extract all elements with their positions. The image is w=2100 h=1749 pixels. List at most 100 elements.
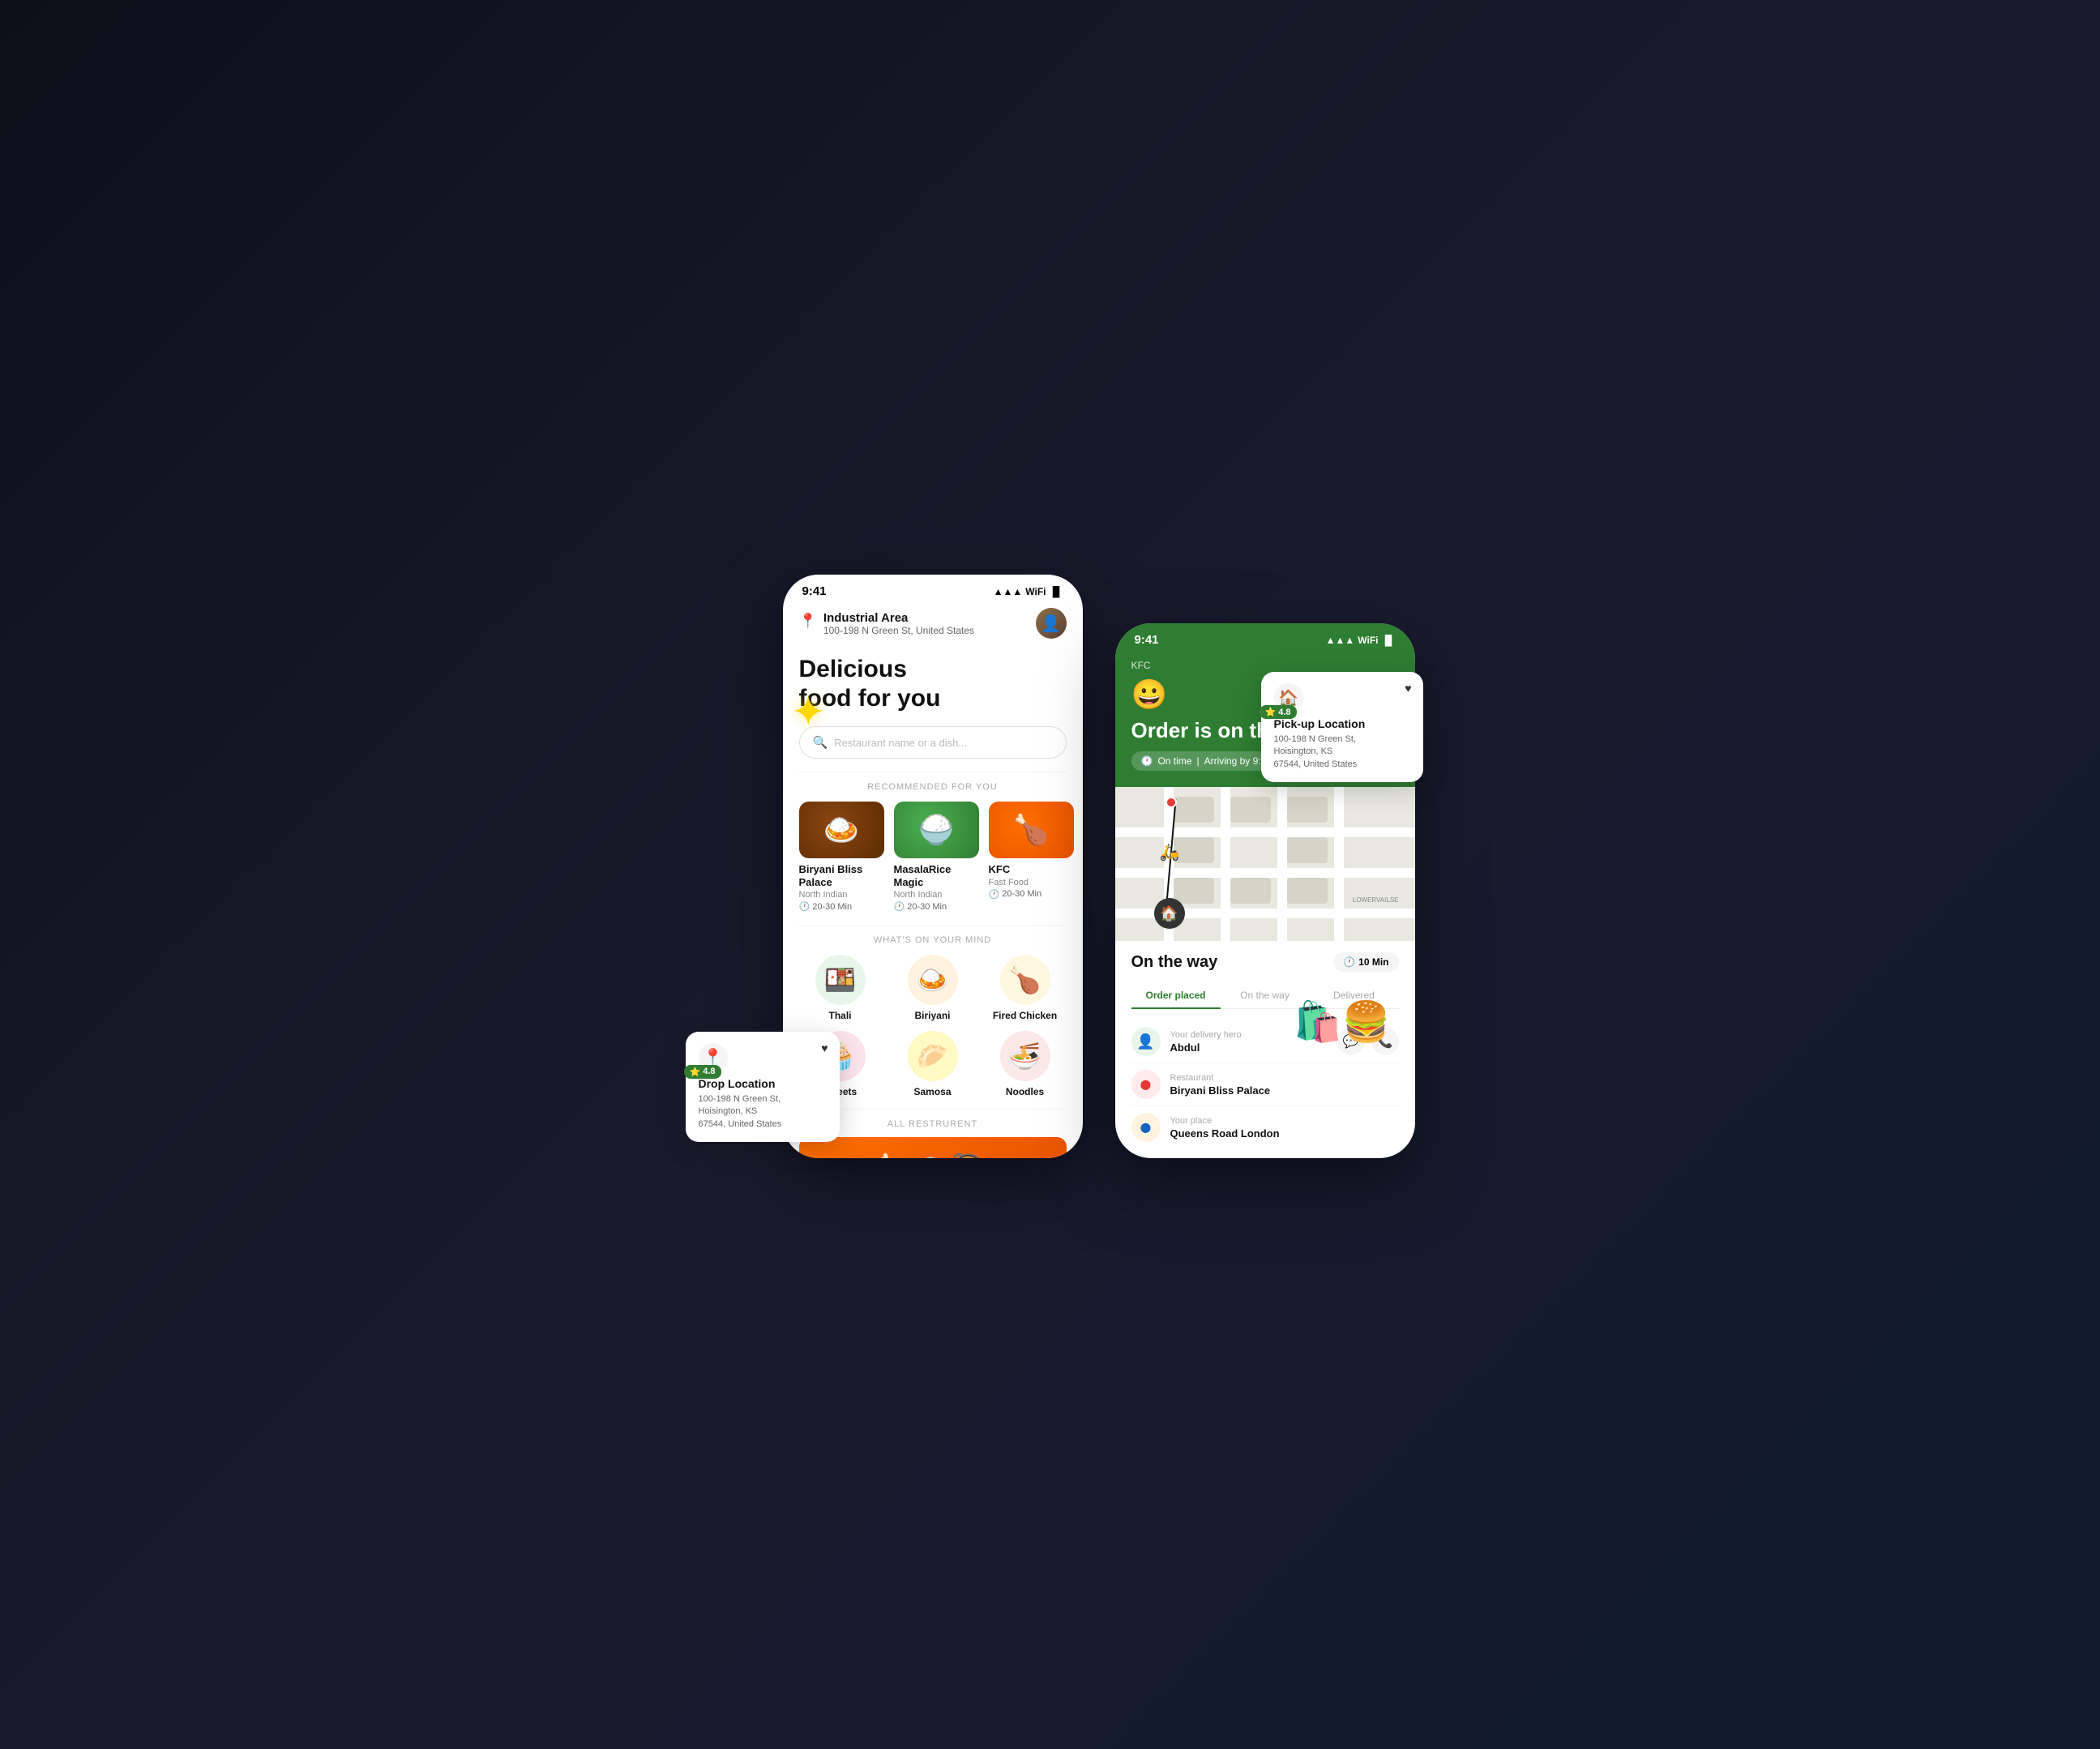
kfc-image xyxy=(989,802,1074,858)
thali-emoji: 🍱 xyxy=(815,955,866,1005)
rest-time-2: 🕐 20-30 Min xyxy=(894,901,979,912)
rest-name-1: Biryani Bliss Palace xyxy=(799,863,884,888)
star-decoration: ✦ xyxy=(791,688,827,737)
search-bar[interactable]: 🔍 Restaurant name or a dish... xyxy=(799,726,1067,759)
thali-label: Thali xyxy=(828,1010,851,1021)
rest-cuisine-3: Fast Food xyxy=(989,878,1074,887)
order-status-icons: ▲▲▲ WiFi ▐▌ xyxy=(1326,635,1396,646)
food-item-noodles[interactable]: 🍜 Noodles xyxy=(984,1031,1067,1097)
signal-icon: ▲▲▲ xyxy=(994,586,1023,597)
time-badge: 🕐 10 Min xyxy=(1333,952,1398,972)
pickup-pin-icon: 🏠 ⭐ 4.8 xyxy=(1274,683,1303,712)
main-status-bar: 9:41 ▲▲▲ WiFi ▐▌ xyxy=(783,575,1083,605)
drop-pin-icon: 📍 ⭐ 4.8 xyxy=(699,1043,728,1072)
map-block-1 xyxy=(1174,797,1214,823)
your-place-icon: ⬤ xyxy=(1131,1113,1161,1142)
biriyani-emoji: 🍛 xyxy=(908,955,958,1005)
divider-2 xyxy=(799,925,1067,926)
map-block-6 xyxy=(1174,878,1214,904)
rest-time-3: 🕐 20-30 Min xyxy=(989,889,1074,900)
restaurant-icon: ⬤ xyxy=(1131,1070,1161,1099)
rider-icon: 🛵 xyxy=(1160,842,1180,862)
divider-pipe: | xyxy=(1196,755,1199,767)
your-place-row: ⬤ Your place Queens Road London xyxy=(1131,1106,1399,1148)
order-battery-icon: ▐▌ xyxy=(1381,635,1395,646)
search-icon: 🔍 xyxy=(813,735,828,750)
map-block-8 xyxy=(1287,878,1328,904)
rest-cuisine-2: North Indian xyxy=(894,890,979,900)
drop-location-address: 100-198 N Green St,Hoisington, KS67544, … xyxy=(699,1093,827,1131)
biriyani-label: Biriyani xyxy=(914,1010,950,1021)
restaurant-text: Restaurant Biryani Bliss Palace xyxy=(1170,1073,1399,1097)
fried-chicken-emoji: 🍗 xyxy=(1000,955,1050,1005)
map-block-2 xyxy=(1230,797,1271,823)
masala-image xyxy=(894,802,979,858)
biryani-image xyxy=(799,802,884,858)
your-place-value: Queens Road London xyxy=(1170,1127,1399,1140)
clock-icon-3: 🕐 xyxy=(989,889,1000,900)
samosa-label: Samosa xyxy=(913,1086,951,1097)
your-place-text: Your place Queens Road London xyxy=(1170,1116,1399,1140)
map-street-label: LOWERVAILSE xyxy=(1353,896,1399,904)
clock-icon-2: 🕐 xyxy=(894,901,905,912)
noodles-label: Noodles xyxy=(1006,1086,1044,1097)
order-status-bar: 9:41 ▲▲▲ WiFi ▐▌ xyxy=(1115,623,1415,653)
pickup-rating-badge: ⭐ 4.8 xyxy=(1260,705,1297,719)
order-time: 9:41 xyxy=(1135,633,1159,647)
drop-location-card: ♥ 📍 ⭐ 4.8 Drop Location 100-198 N Green … xyxy=(686,1032,840,1142)
pickup-location-card: ♥ 🏠 ⭐ 4.8 Pick-up Location 100-198 N Gre… xyxy=(1261,672,1423,782)
battery-icon: ▐▌ xyxy=(1049,586,1063,597)
rest-time-1: 🕐 20-30 Min xyxy=(799,901,884,912)
road-v2 xyxy=(1221,787,1230,941)
order-signal-icon: ▲▲▲ xyxy=(1326,635,1355,646)
kfc-label: KFC xyxy=(1131,660,1399,671)
fried-chicken-label: Fired Chicken xyxy=(993,1010,1057,1021)
location-pin-icon: 📍 xyxy=(799,613,817,630)
map-area: LOWERVAILSE 🛵 🏠 xyxy=(1115,787,1415,941)
all-restaurants-preview: 🍗🍛🥘 xyxy=(799,1137,1067,1158)
restaurant-scroll: Biryani Bliss Palace North Indian 🕐 20-3… xyxy=(783,802,1083,925)
restaurant-value: Biryani Bliss Palace xyxy=(1170,1084,1399,1097)
recommended-label: RECOMMENDED FOR YOU xyxy=(783,782,1083,792)
rest-cuisine-1: North Indian xyxy=(799,890,884,900)
road-h2 xyxy=(1115,868,1415,878)
samosa-emoji: 🥟 xyxy=(908,1031,958,1081)
location-header: 📍 Industrial Area 100-198 N Green St, Un… xyxy=(783,605,1083,648)
clock-icon-1: 🕐 xyxy=(799,901,810,912)
whats-on-mind-label: WHAT'S ON YOUR MIND xyxy=(783,935,1083,945)
time-badge-value: 10 Min xyxy=(1358,956,1388,968)
map-block-3 xyxy=(1287,797,1328,823)
map-block-5 xyxy=(1287,837,1328,863)
food-item-fried-chicken[interactable]: 🍗 Fired Chicken xyxy=(984,955,1067,1021)
heart-icon[interactable]: ♥ xyxy=(821,1041,828,1054)
road-v4 xyxy=(1334,787,1344,941)
route-start-dot xyxy=(1165,797,1177,808)
food-item-biriyani[interactable]: 🍛 Biriyani xyxy=(892,955,974,1021)
search-placeholder: Restaurant name or a dish... xyxy=(834,737,967,749)
app-scene: ✦ ♥ 📍 ⭐ 4.8 Drop Location 100-198 N Gree… xyxy=(686,558,1415,1191)
user-avatar[interactable]: 👤 xyxy=(1036,608,1067,639)
food-item-thali[interactable]: 🍱 Thali xyxy=(799,955,882,1021)
order-wifi-icon: WiFi xyxy=(1358,635,1378,646)
food-item-samosa[interactable]: 🥟 Samosa xyxy=(892,1031,974,1097)
restaurant-card-masala[interactable]: MasalaRice Magic North Indian 🕐 20-30 Mi… xyxy=(894,802,979,912)
tab-order-placed[interactable]: Order placed xyxy=(1131,983,1221,1009)
tracking-header: On the way 🕐 10 Min xyxy=(1131,952,1399,972)
hero-title: Deliciousfood for you xyxy=(783,648,1083,726)
map-block-7 xyxy=(1230,878,1271,904)
pickup-location-address: 100-198 N Green St,Hoisington, KS67544, … xyxy=(1274,733,1410,771)
your-place-label: Your place xyxy=(1170,1116,1399,1126)
on-time-text: On time xyxy=(1157,755,1191,767)
location-address: 100-198 N Green St, United States xyxy=(823,625,974,636)
road-v3 xyxy=(1277,787,1287,941)
restaurant-card-kfc[interactable]: KFC Fast Food 🕐 20-30 Min xyxy=(989,802,1074,912)
clock-icon: 🕐 xyxy=(1141,755,1153,767)
time-badge-clock: 🕐 xyxy=(1343,956,1355,968)
noodles-emoji: 🍜 xyxy=(1000,1031,1050,1081)
restaurant-label: Restaurant xyxy=(1170,1073,1399,1083)
pickup-location-title: Pick-up Location xyxy=(1274,717,1410,730)
location-name: Industrial Area xyxy=(823,611,974,625)
location-info[interactable]: 📍 Industrial Area 100-198 N Green St, Un… xyxy=(799,611,975,636)
restaurant-row: ⬤ Restaurant Biryani Bliss Palace xyxy=(1131,1063,1399,1106)
restaurant-card-biryani[interactable]: Biryani Bliss Palace North Indian 🕐 20-3… xyxy=(799,802,884,912)
